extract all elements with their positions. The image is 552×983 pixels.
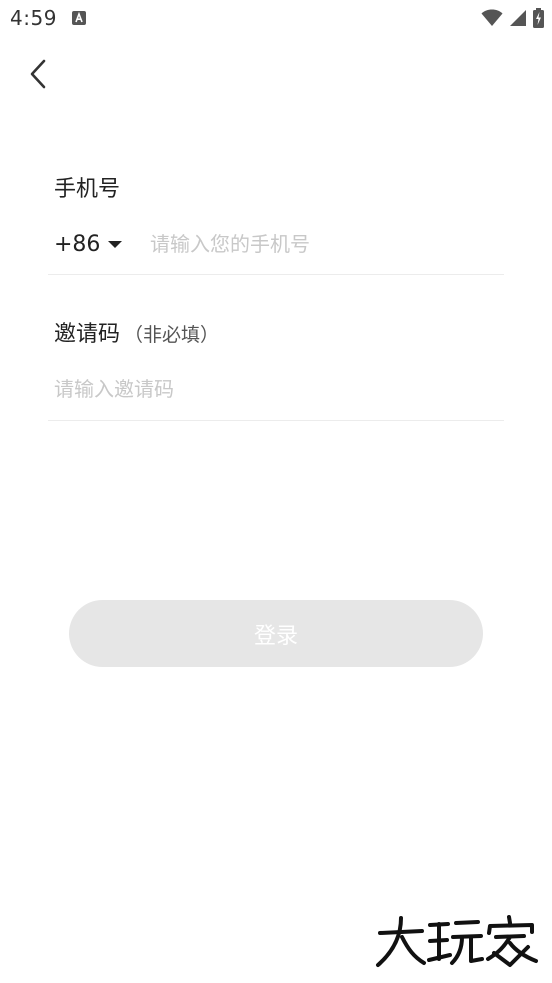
invite-divider — [48, 420, 504, 421]
battery-charging-icon — [533, 8, 544, 28]
invite-code-input[interactable] — [54, 371, 500, 407]
invite-label-text: 邀请码 — [54, 322, 121, 347]
back-button[interactable] — [20, 54, 56, 94]
accessibility-a-icon — [72, 11, 86, 25]
chevron-left-icon — [30, 59, 46, 89]
phone-label: 手机号 — [54, 177, 121, 202]
phone-input[interactable] — [150, 226, 500, 262]
status-bar: 4:59 — [0, 0, 552, 38]
country-code-select[interactable]: +86 — [54, 228, 123, 260]
invite-optional-hint: （非必填） — [124, 324, 220, 346]
wifi-icon — [481, 9, 503, 26]
caret-down-icon — [108, 240, 123, 248]
login-button[interactable]: 登录 — [69, 600, 483, 667]
phone-divider — [48, 274, 504, 275]
country-code-value: +86 — [54, 231, 101, 257]
cell-signal-icon — [510, 10, 526, 26]
watermark-logo — [376, 915, 538, 967]
invite-label: 邀请码 （非必填） — [54, 316, 219, 348]
status-icons — [481, 8, 544, 28]
status-time: 4:59 — [10, 6, 57, 30]
